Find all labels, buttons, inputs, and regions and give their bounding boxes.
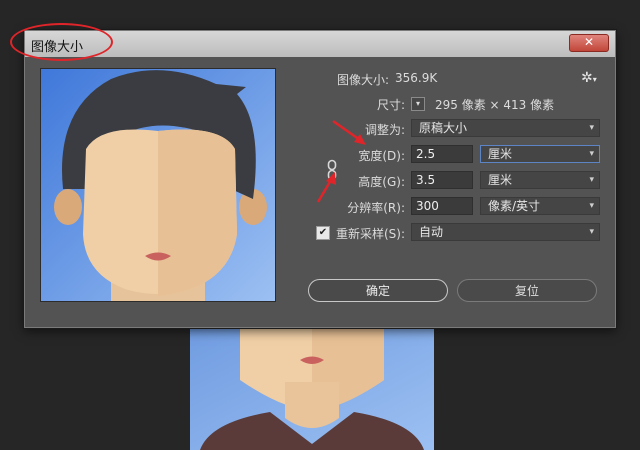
chevron-down-icon: ▾ — [589, 149, 594, 159]
annotation-arrow-width — [332, 119, 366, 145]
close-button[interactable]: ✕ — [569, 34, 609, 52]
title-annotation-circle — [10, 23, 113, 61]
image-size-label: 图像大小: — [336, 73, 389, 87]
annotation-arrow-link — [316, 172, 336, 203]
fit-to-label: 调整为: — [364, 123, 405, 137]
dimensions-unit-dropdown[interactable]: ▾ — [411, 97, 425, 111]
ok-button[interactable]: 确定 — [308, 279, 448, 302]
resample-checkbox[interactable]: ✔ — [316, 226, 330, 240]
height-unit: 厘米 — [488, 173, 513, 187]
resolution-unit: 像素/英寸 — [488, 199, 541, 213]
resolution-input[interactable]: 300 — [411, 197, 473, 215]
chevron-down-icon: ▾ — [415, 99, 420, 108]
resample-dropdown[interactable]: 自动 ▾ — [411, 223, 600, 241]
checkmark-icon: ✔ — [318, 227, 328, 238]
image-preview[interactable] — [40, 68, 276, 302]
resolution-unit-dropdown[interactable]: 像素/英寸 ▾ — [480, 197, 600, 215]
chevron-down-icon: ▾ — [589, 123, 594, 133]
height-label: 高度(G): — [358, 175, 405, 189]
width-value: 2.5 — [416, 147, 436, 161]
fit-to-dropdown[interactable]: 原稿大小 ▾ — [411, 119, 600, 137]
height-unit-dropdown[interactable]: 厘米 ▾ — [480, 171, 600, 189]
chevron-down-icon: ▾ — [589, 227, 594, 237]
width-unit-dropdown[interactable]: 厘米 ▾ — [480, 145, 600, 163]
reset-button[interactable]: 复位 — [457, 279, 597, 302]
gear-icon: ✲▾ — [581, 70, 597, 86]
height-input[interactable]: 3.5 — [411, 171, 473, 189]
chevron-down-icon: ▾ — [589, 175, 594, 185]
chevron-down-icon: ▾ — [589, 201, 594, 211]
resample-value: 自动 — [419, 225, 444, 239]
dimensions-value: 295 像素 × 413 像素 — [435, 98, 555, 112]
resolution-label: 分辨率(R): — [347, 201, 405, 215]
resample-label: 重新采样(S): — [335, 227, 405, 241]
width-unit: 厘米 — [488, 147, 513, 161]
image-size-value: 356.9K — [395, 71, 438, 85]
title-bar: 图像大小 ✕ — [10, 23, 615, 61]
resolution-value: 300 — [416, 199, 439, 213]
width-input[interactable]: 2.5 — [411, 145, 473, 163]
dimensions-label: 尺寸: — [376, 98, 405, 112]
fit-to-value: 原稿大小 — [419, 121, 468, 135]
settings-button[interactable]: ✲▾ — [581, 70, 597, 86]
height-value: 3.5 — [416, 173, 436, 187]
canvas-image — [190, 322, 434, 450]
close-icon: ✕ — [583, 35, 595, 49]
